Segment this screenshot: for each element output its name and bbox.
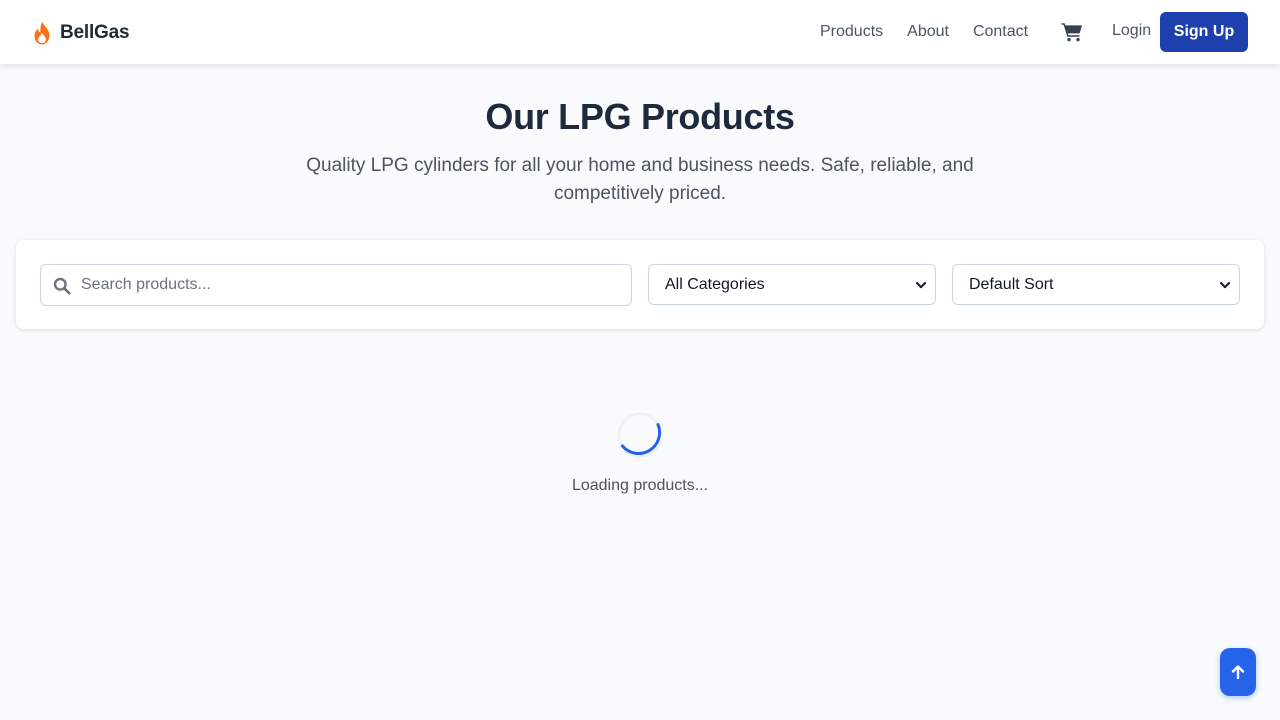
search-input[interactable] — [81, 265, 621, 305]
login-link[interactable]: Login — [1112, 22, 1151, 40]
chevron-down-icon — [1220, 282, 1230, 289]
page-subtitle: Quality LPG cylinders for all your home … — [306, 155, 974, 204]
shopping-cart-icon — [1061, 23, 1083, 42]
nav-link-contact[interactable]: Contact — [961, 23, 1040, 41]
category-select[interactable]: All Categories — [648, 264, 936, 305]
search-box — [40, 264, 632, 306]
scroll-to-top-button[interactable] — [1220, 648, 1256, 696]
brand-logo-link[interactable]: BellGas — [30, 19, 130, 47]
loading-spinner — [617, 412, 663, 458]
main-nav: Products About Contact — [808, 0, 1086, 64]
cart-button[interactable] — [1058, 18, 1086, 46]
sort-select[interactable]: Default Sort — [952, 264, 1240, 305]
category-select-value: All Categories — [665, 276, 765, 293]
page-title: Our LPG Products — [485, 96, 795, 137]
nav-link-about[interactable]: About — [895, 23, 961, 41]
brand-name: BellGas — [60, 22, 130, 43]
sort-select-value: Default Sort — [969, 276, 1054, 293]
navbar: BellGas Products About Contact Login Sig… — [0, 0, 1280, 64]
filter-card: All Categories Default Sort — [16, 240, 1264, 329]
loading-text: Loading products... — [571, 477, 709, 494]
signup-button[interactable]: Sign Up — [1160, 12, 1248, 52]
flame-icon — [30, 20, 54, 46]
nav-link-products[interactable]: Products — [808, 23, 895, 41]
search-icon — [53, 277, 71, 295]
chevron-down-icon — [916, 282, 926, 289]
arrow-up-icon — [1231, 665, 1245, 680]
